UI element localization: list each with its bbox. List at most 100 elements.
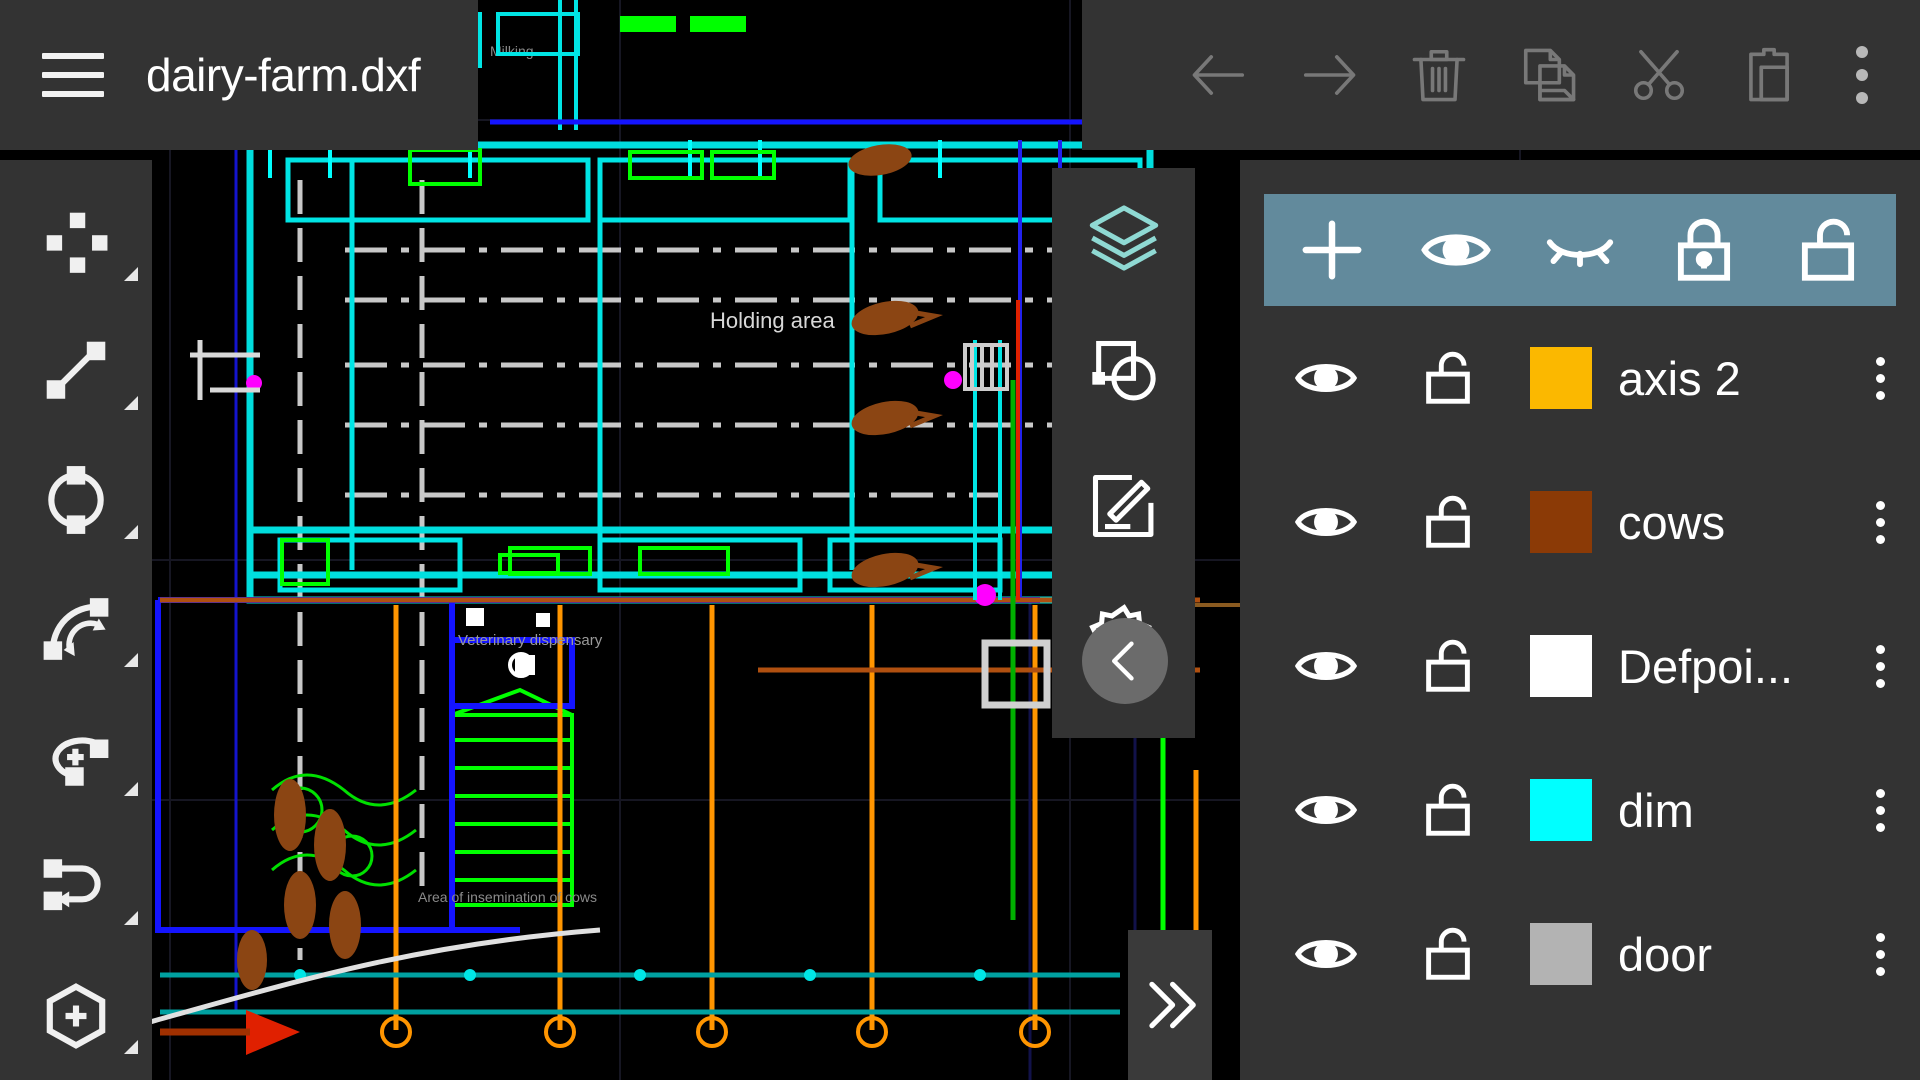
- arrow-right-icon: [1303, 55, 1356, 95]
- lock-closed-icon: [1677, 218, 1731, 281]
- lock-open-icon: [1801, 218, 1855, 281]
- tool-expand-indicator[interactable]: [124, 1040, 138, 1055]
- lock-open-icon: [1426, 639, 1470, 692]
- layer-visibility-toggle[interactable]: [1270, 777, 1382, 843]
- overflow-menu-icon: [1875, 788, 1885, 832]
- show-all-layers-button[interactable]: [1410, 204, 1502, 296]
- edit-toolbar: [1082, 0, 1920, 150]
- tool-expand-indicator[interactable]: [124, 266, 138, 281]
- layers-stack-icon: [1089, 205, 1158, 271]
- unlock-all-layers-button[interactable]: [1782, 204, 1874, 296]
- cad-application-window: Holding area Veterinary dispensary Area …: [0, 0, 1920, 1080]
- shape-snap-icon: [1091, 340, 1156, 401]
- add-layer-button[interactable]: [1286, 204, 1378, 296]
- tool-palette: [0, 160, 152, 1080]
- layer-options-button[interactable]: [1840, 644, 1920, 688]
- layer-color-swatch[interactable]: [1530, 491, 1592, 553]
- layer-name-label: axis 2: [1618, 351, 1741, 405]
- layer-visibility-toggle[interactable]: [1270, 489, 1382, 555]
- canvas-label-holding-area: Holding area: [710, 308, 836, 333]
- line-icon: [46, 341, 106, 400]
- eye-open-icon: [1421, 234, 1491, 266]
- layer-visibility-toggle[interactable]: [1270, 921, 1382, 987]
- tool-expand-indicator[interactable]: [124, 782, 138, 797]
- title-bar: dairy-farm.dxf: [0, 0, 478, 150]
- layer-lock-toggle[interactable]: [1392, 491, 1504, 553]
- eye-open-icon: [1294, 364, 1358, 392]
- point-cross-icon: [46, 213, 108, 274]
- polyline-icon: [43, 858, 101, 910]
- layer-visibility-toggle[interactable]: [1270, 345, 1382, 411]
- layer-name-label: Defpoi...: [1618, 639, 1794, 693]
- cut-button[interactable]: [1604, 20, 1714, 130]
- polygon-tool[interactable]: [0, 951, 152, 1080]
- layer-row[interactable]: Defpoi...: [1240, 594, 1920, 738]
- eye-open-icon: [1294, 508, 1358, 536]
- lock-open-icon: [1426, 783, 1470, 836]
- paste-icon: [1749, 47, 1789, 102]
- canvas-label-insemination: Area of insemination of cows: [418, 889, 597, 905]
- lock-all-layers-button[interactable]: [1658, 204, 1750, 296]
- tool-expand-indicator[interactable]: [124, 653, 138, 668]
- lock-open-icon: [1426, 495, 1470, 548]
- collapse-panel-button[interactable]: [1082, 618, 1168, 704]
- layer-lock-toggle[interactable]: [1392, 635, 1504, 697]
- edit-pencil-icon: [1092, 474, 1153, 538]
- eye-open-icon: [1294, 796, 1358, 824]
- tool-expand-indicator[interactable]: [124, 395, 138, 410]
- layer-options-button[interactable]: [1840, 788, 1920, 832]
- layer-row[interactable]: dim: [1240, 738, 1920, 882]
- ellipse-tool[interactable]: [0, 693, 152, 822]
- arc-tool[interactable]: [0, 565, 152, 694]
- overflow-menu-button[interactable]: [1824, 20, 1900, 130]
- undo-button[interactable]: [1164, 20, 1274, 130]
- line-tool[interactable]: [0, 307, 152, 436]
- layer-row[interactable]: axis 2: [1240, 306, 1920, 450]
- layer-name-label: cows: [1618, 495, 1726, 549]
- polygon-plus-icon: [46, 982, 106, 1049]
- hamburger-menu-icon[interactable]: [42, 53, 104, 97]
- chevron-double-right-icon: [1149, 981, 1196, 1029]
- layer-visibility-toggle[interactable]: [1270, 633, 1382, 699]
- layer-lock-toggle[interactable]: [1392, 923, 1504, 985]
- layer-color-swatch[interactable]: [1530, 347, 1592, 409]
- snap-settings-button[interactable]: [1074, 322, 1174, 422]
- layer-color-swatch[interactable]: [1530, 923, 1592, 985]
- layers-panel: axis 2 cows Defpoi... dim door: [1240, 160, 1920, 1080]
- layer-lock-toggle[interactable]: [1392, 779, 1504, 841]
- layers-panel-toggle[interactable]: [1074, 188, 1174, 288]
- tool-expand-indicator[interactable]: [124, 524, 138, 539]
- copy-button[interactable]: [1494, 20, 1604, 130]
- chevron-left-icon: [1112, 641, 1134, 681]
- overflow-menu-icon: [1875, 356, 1885, 400]
- circle-icon: [48, 466, 104, 535]
- redo-button[interactable]: [1274, 20, 1384, 130]
- layer-row[interactable]: cows: [1240, 450, 1920, 594]
- eye-closed-icon: [1546, 239, 1614, 268]
- canvas-label-veterinary: Veterinary dispensary: [458, 632, 603, 649]
- overflow-menu-icon: [1875, 932, 1885, 976]
- scissors-icon: [1633, 49, 1685, 101]
- eye-open-icon: [1294, 652, 1358, 680]
- layer-color-swatch[interactable]: [1530, 779, 1592, 841]
- arc-arrows-icon: [43, 598, 109, 660]
- point-tool[interactable]: [0, 178, 152, 307]
- layer-options-button[interactable]: [1840, 356, 1920, 400]
- expand-panel-button[interactable]: [1128, 930, 1212, 1080]
- overflow-menu-icon: [1856, 46, 1868, 104]
- delete-button[interactable]: [1384, 20, 1494, 130]
- layer-options-button[interactable]: [1840, 932, 1920, 976]
- layer-lock-toggle[interactable]: [1392, 347, 1504, 409]
- polyline-tool[interactable]: [0, 822, 152, 951]
- paste-button[interactable]: [1714, 20, 1824, 130]
- layer-name-label: door: [1618, 927, 1713, 981]
- hide-all-layers-button[interactable]: [1534, 204, 1626, 296]
- edit-properties-button[interactable]: [1074, 456, 1174, 556]
- layer-color-swatch[interactable]: [1530, 635, 1592, 697]
- layer-row[interactable]: door: [1240, 882, 1920, 1026]
- layer-options-button[interactable]: [1840, 500, 1920, 544]
- tool-expand-indicator[interactable]: [124, 911, 138, 926]
- circle-tool[interactable]: [0, 436, 152, 565]
- plus-icon: [1302, 220, 1362, 280]
- layer-name-label: dim: [1618, 783, 1694, 837]
